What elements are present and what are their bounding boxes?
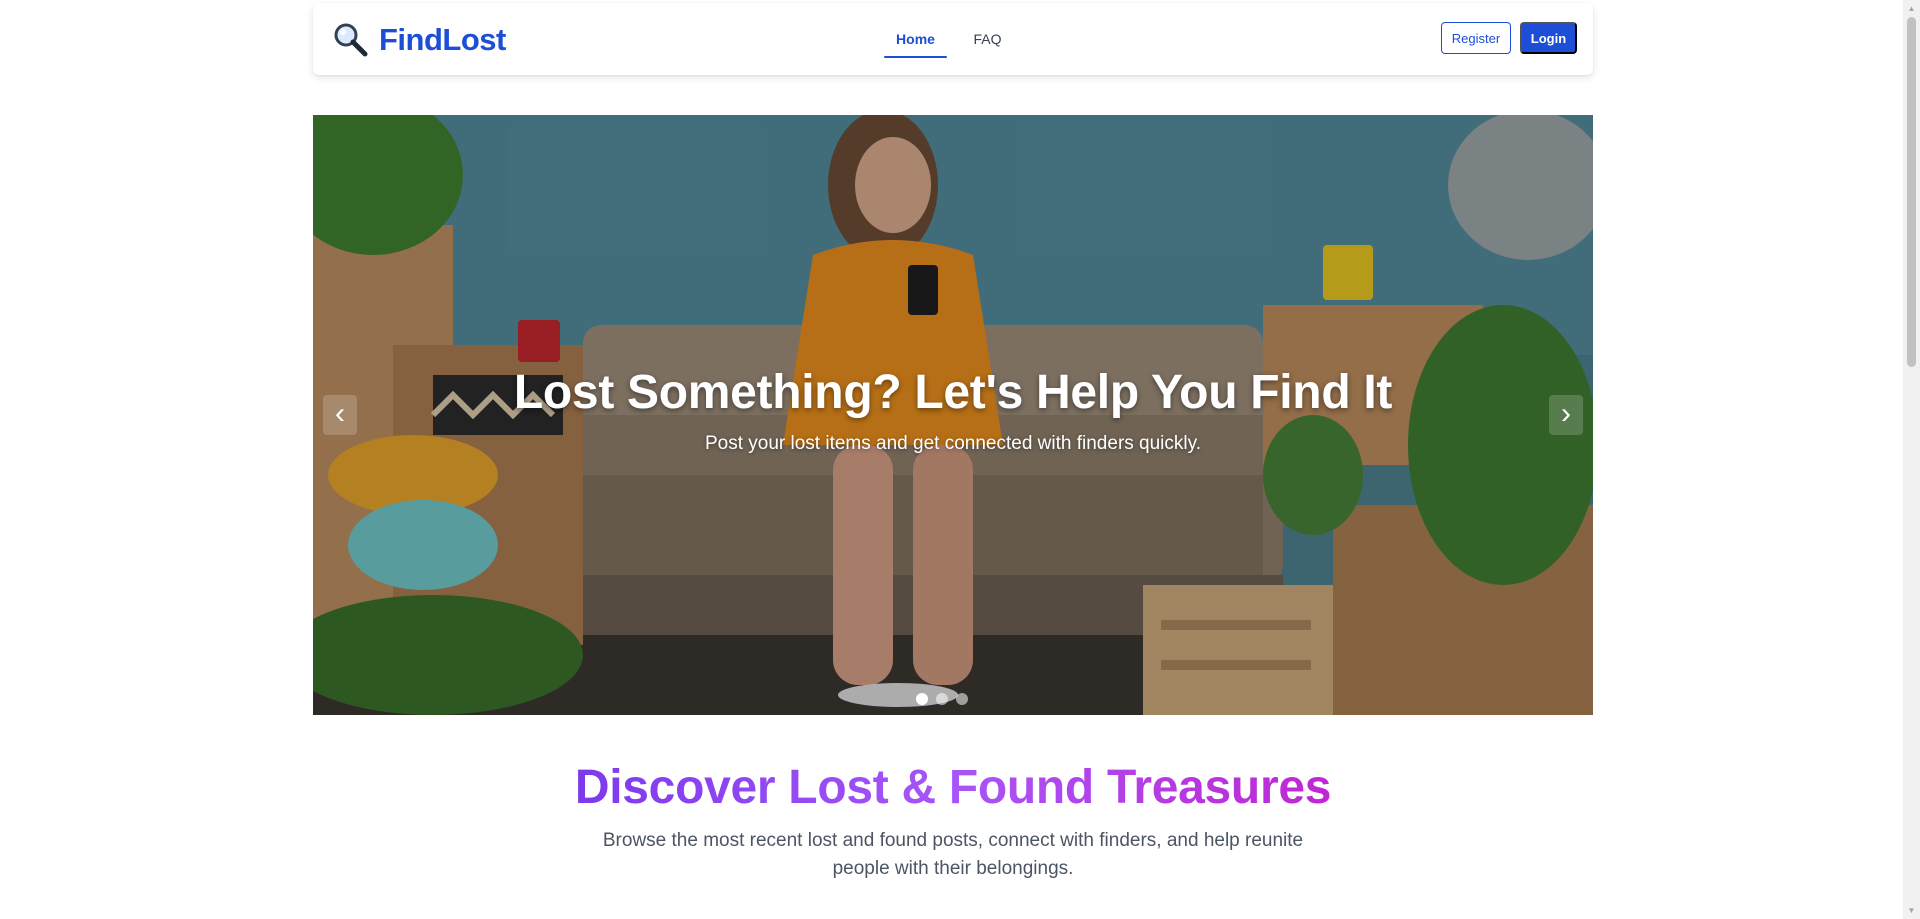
brand-name: FindLost xyxy=(379,22,506,57)
register-button[interactable]: Register xyxy=(1441,22,1511,54)
hero-subtitle: Post your lost items and get connected w… xyxy=(704,433,1201,454)
discover-title: Discover Lost & Found Treasures xyxy=(574,761,1332,814)
carousel-dot-2[interactable] xyxy=(936,693,948,705)
carousel-prev-button[interactable]: ‹ xyxy=(323,395,357,435)
chevron-left-icon: ‹ xyxy=(335,397,345,430)
carousel-next-button[interactable]: › xyxy=(1549,395,1583,435)
scroll-down-icon[interactable]: ▼ xyxy=(1903,902,1920,919)
site-header: FindLost Home FAQ Register Login xyxy=(313,3,1593,75)
carousel-dot-3[interactable] xyxy=(956,693,968,705)
hero-title: Lost Something? Let's Help You Find It xyxy=(513,366,1393,419)
scrollbar-thumb[interactable] xyxy=(1907,17,1916,367)
magnifying-glass-icon xyxy=(331,21,369,59)
brand-logo[interactable]: FindLost xyxy=(331,21,506,59)
main-nav: Home FAQ xyxy=(884,3,1019,75)
page-scrollbar[interactable]: ▲ ▼ xyxy=(1903,0,1920,919)
carousel-dot-1[interactable] xyxy=(916,693,928,705)
chevron-right-icon: › xyxy=(1561,397,1571,430)
discover-description: Browse the most recent lost and found po… xyxy=(602,830,1304,879)
nav-home-link[interactable]: Home xyxy=(884,3,947,75)
login-button[interactable]: Login xyxy=(1520,22,1577,54)
hero-carousel: Lost Something? Let's Help You Find It P… xyxy=(313,115,1593,715)
scroll-up-icon[interactable]: ▲ xyxy=(1903,0,1920,17)
carousel-indicators xyxy=(313,693,1593,705)
discover-section: Discover Lost & Found Treasures Browse t… xyxy=(313,760,1593,883)
nav-faq-link[interactable]: FAQ xyxy=(956,3,1019,75)
